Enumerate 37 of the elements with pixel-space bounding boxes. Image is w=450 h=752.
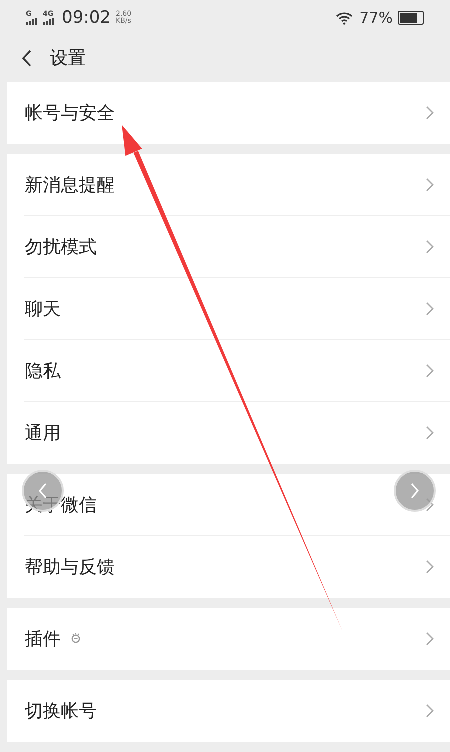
item-label: 隐私 [25, 360, 61, 383]
item-label: 切换帐号 [25, 700, 97, 723]
chevron-icon [426, 240, 434, 254]
settings-item[interactable]: 插件 [7, 608, 450, 670]
settings-item[interactable]: 聊天 [7, 278, 450, 340]
item-label: 插件 [25, 628, 61, 651]
wifi-icon [336, 12, 353, 24]
settings-item[interactable]: 新消息提醒 [7, 154, 450, 216]
chevron-icon [426, 302, 434, 316]
chevron-right-icon [410, 483, 420, 499]
battery-icon [398, 11, 424, 25]
settings-item[interactable]: 隐私 [7, 340, 450, 402]
item-label: 聊天 [25, 298, 61, 321]
settings-item[interactable]: 勿扰模式 [7, 216, 450, 278]
chevron-icon [426, 178, 434, 192]
back-icon[interactable] [22, 50, 32, 66]
settings-item[interactable]: 通用 [7, 402, 450, 464]
chevron-icon [426, 426, 434, 440]
battery-percent: 77% [360, 9, 393, 27]
bulb-icon [71, 633, 81, 645]
settings-item[interactable]: 帮助与反馈 [7, 536, 450, 598]
chevron-icon [426, 364, 434, 378]
chevron-icon [426, 560, 434, 574]
item-label: 勿扰模式 [25, 236, 97, 259]
signal-icon [43, 18, 55, 25]
item-label: 通用 [25, 422, 61, 445]
item-label: 帐号与安全 [25, 102, 115, 125]
settings-item[interactable]: 切换帐号 [7, 680, 450, 742]
signal-icon [26, 18, 38, 25]
settings-item[interactable]: 帐号与安全 [7, 82, 450, 144]
clock: 09:02 [62, 8, 111, 28]
chevron-icon [426, 106, 434, 120]
item-label: 帮助与反馈 [25, 556, 115, 579]
item-label: 新消息提醒 [25, 174, 115, 197]
chevron-icon [426, 632, 434, 646]
chevron-icon [426, 704, 434, 718]
page-title: 设置 [50, 47, 86, 70]
